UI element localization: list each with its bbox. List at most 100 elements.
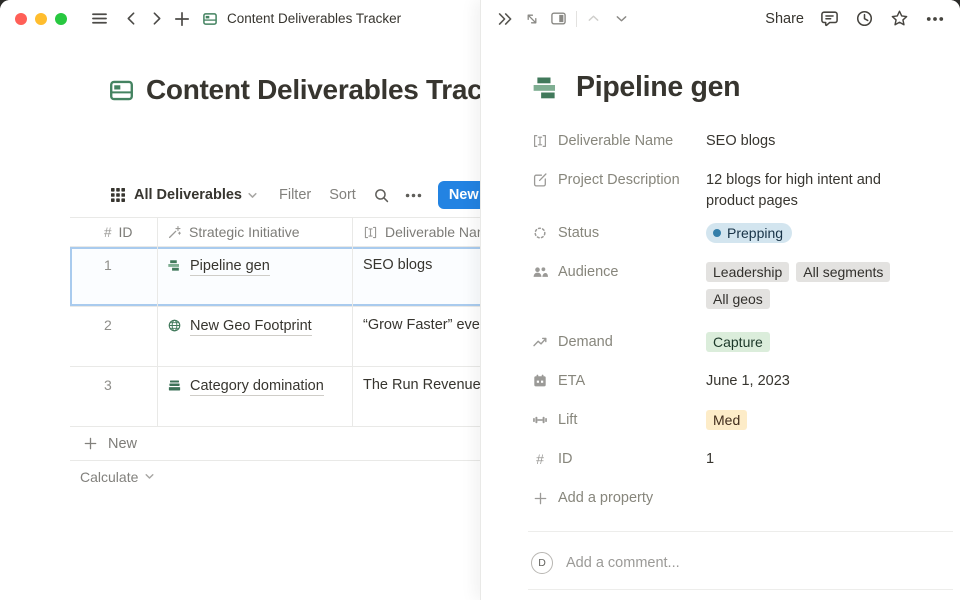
peek-page-title[interactable]: Pipeline gen — [576, 71, 740, 104]
property-label[interactable]: # ID — [532, 442, 706, 476]
new-record-button[interactable]: New — [438, 181, 481, 209]
property-value[interactable]: Prepping — [706, 216, 924, 243]
more-icon[interactable] — [404, 186, 423, 205]
add-property-button[interactable]: Add a property — [532, 481, 952, 515]
property-row-status: Status Prepping — [532, 216, 952, 250]
property-value[interactable]: Med — [706, 403, 924, 430]
filter-button[interactable]: Filter — [279, 187, 311, 203]
close-peek-icon[interactable] — [496, 10, 514, 28]
zoom-window-button[interactable] — [55, 13, 67, 25]
chevron-down-icon[interactable] — [247, 190, 258, 201]
property-value[interactable]: Leadership All segments All geos — [706, 255, 924, 309]
page-link[interactable]: New Geo Footprint — [190, 317, 312, 336]
share-button[interactable]: Share — [765, 11, 804, 27]
property-label[interactable]: ETA — [532, 364, 706, 398]
tag-badge[interactable]: Capture — [706, 332, 770, 352]
previous-record-chevron-up-icon[interactable] — [586, 11, 601, 26]
property-value[interactable]: SEO blogs — [706, 124, 931, 152]
cell-id[interactable]: 3 — [70, 367, 158, 426]
back-icon[interactable] — [123, 10, 140, 27]
property-row-eta: ETA June 1, 2023 — [532, 364, 952, 398]
avatar: D — [531, 552, 553, 574]
cell-strategic-initiative[interactable]: New Geo Footprint — [158, 307, 353, 366]
property-value[interactable]: June 1, 2023 — [706, 364, 931, 392]
cell-deliverable[interactable]: The Run Revenue S — [353, 367, 481, 426]
property-name: Deliverable Name — [558, 133, 673, 149]
property-label[interactable]: Status — [532, 216, 706, 250]
forward-icon[interactable] — [148, 10, 165, 27]
page-link[interactable]: Category domination — [190, 377, 324, 396]
search-icon[interactable] — [373, 187, 390, 204]
property-label[interactable]: Lift — [532, 403, 706, 437]
property-value[interactable]: 1 — [706, 442, 931, 470]
cell-id[interactable]: 2 — [70, 307, 158, 366]
comment-composer: D — [531, 552, 952, 574]
page-icon-database[interactable] — [108, 77, 135, 104]
globe-icon — [167, 318, 182, 337]
column-header-id[interactable]: # ID — [70, 218, 158, 246]
section-divider — [528, 531, 953, 532]
status-badge[interactable]: Prepping — [706, 223, 792, 243]
property-value[interactable]: Capture — [706, 325, 924, 352]
view-selector[interactable]: All Deliverables — [134, 187, 242, 203]
table-view-icon[interactable] — [110, 187, 126, 203]
page-icon-bar-chart[interactable] — [531, 73, 561, 103]
table-row[interactable]: 3 Category domination The Run Revenue S — [70, 367, 481, 427]
favorite-star-icon[interactable] — [890, 9, 909, 28]
history-clock-icon[interactable] — [855, 9, 874, 28]
add-row-button[interactable]: New — [70, 427, 481, 461]
property-name: Status — [558, 225, 599, 241]
breadcrumb-page-title: Content Deliverables Tracker — [227, 11, 401, 26]
page-link[interactable]: Pipeline gen — [190, 257, 270, 276]
hash-icon: # — [532, 451, 548, 467]
new-tab-icon[interactable] — [173, 10, 191, 28]
plus-icon — [532, 491, 548, 506]
cell-id[interactable]: 1 — [70, 247, 158, 306]
comments-icon[interactable] — [820, 9, 839, 28]
minimize-window-button[interactable] — [35, 13, 47, 25]
table-row[interactable]: 1 Pipeline gen SEO blogs — [70, 247, 481, 307]
property-label[interactable]: Project Description — [532, 163, 706, 197]
page-title[interactable]: Content Deliverables Tracker — [146, 74, 480, 106]
comment-input[interactable] — [566, 555, 896, 571]
property-value[interactable]: 12 blogs for high intent and product pag… — [706, 163, 931, 211]
new-button-label[interactable]: New — [438, 181, 481, 209]
expand-page-icon[interactable] — [524, 11, 540, 27]
next-record-chevron-down-icon[interactable] — [614, 11, 629, 26]
close-window-button[interactable] — [15, 13, 27, 25]
property-row-deliverable-name: Deliverable Name SEO blogs — [532, 124, 952, 158]
tag-badge[interactable]: Leadership — [706, 262, 789, 282]
column-header-deliverable-name[interactable]: Deliverable Name — [353, 218, 481, 246]
cell-strategic-initiative[interactable]: Category domination — [158, 367, 353, 426]
notion-window: Content Deliverables Tracker Content Del… — [0, 0, 960, 600]
property-name: ID — [558, 451, 573, 467]
property-label[interactable]: Demand — [532, 325, 706, 359]
property-name: Lift — [558, 412, 577, 428]
table-row[interactable]: 2 New Geo Footprint “Grow Faster” eve — [70, 307, 481, 367]
property-name: ETA — [558, 373, 585, 389]
property-row-demand: Demand Capture — [532, 325, 952, 359]
tag-badge[interactable]: All segments — [796, 262, 890, 282]
cell-deliverable[interactable]: “Grow Faster” eve — [353, 307, 481, 366]
more-icon[interactable] — [925, 9, 945, 29]
property-label[interactable]: Deliverable Name — [532, 124, 706, 158]
property-name: Project Description — [558, 172, 680, 188]
sort-button[interactable]: Sort — [329, 187, 356, 203]
view-toolbar: All Deliverables Filter Sort New — [110, 181, 481, 209]
table-header-row: # ID Strategic Initiative Deliverable Na… — [70, 217, 481, 247]
side-peek-mode-icon[interactable] — [550, 10, 567, 27]
cell-strategic-initiative[interactable]: Pipeline gen — [158, 247, 353, 306]
tag-badge[interactable]: All geos — [706, 289, 770, 309]
property-list: Deliverable Name SEO blogs Project Descr… — [532, 124, 952, 515]
tag-badge[interactable]: Med — [706, 410, 747, 430]
property-label[interactable]: Audience — [532, 255, 706, 289]
sidebar-menu-icon[interactable] — [90, 9, 109, 28]
calculate-button[interactable]: Calculate — [70, 461, 481, 492]
dumbbell-icon — [532, 412, 548, 428]
column-header-strategic-initiative[interactable]: Strategic Initiative — [158, 218, 353, 246]
chevron-down-icon — [144, 471, 155, 482]
cell-deliverable[interactable]: SEO blogs — [353, 247, 481, 306]
stack-icon — [167, 378, 182, 397]
peek-page-header: Pipeline gen — [531, 71, 952, 104]
column-label: Strategic Initiative — [189, 224, 300, 240]
